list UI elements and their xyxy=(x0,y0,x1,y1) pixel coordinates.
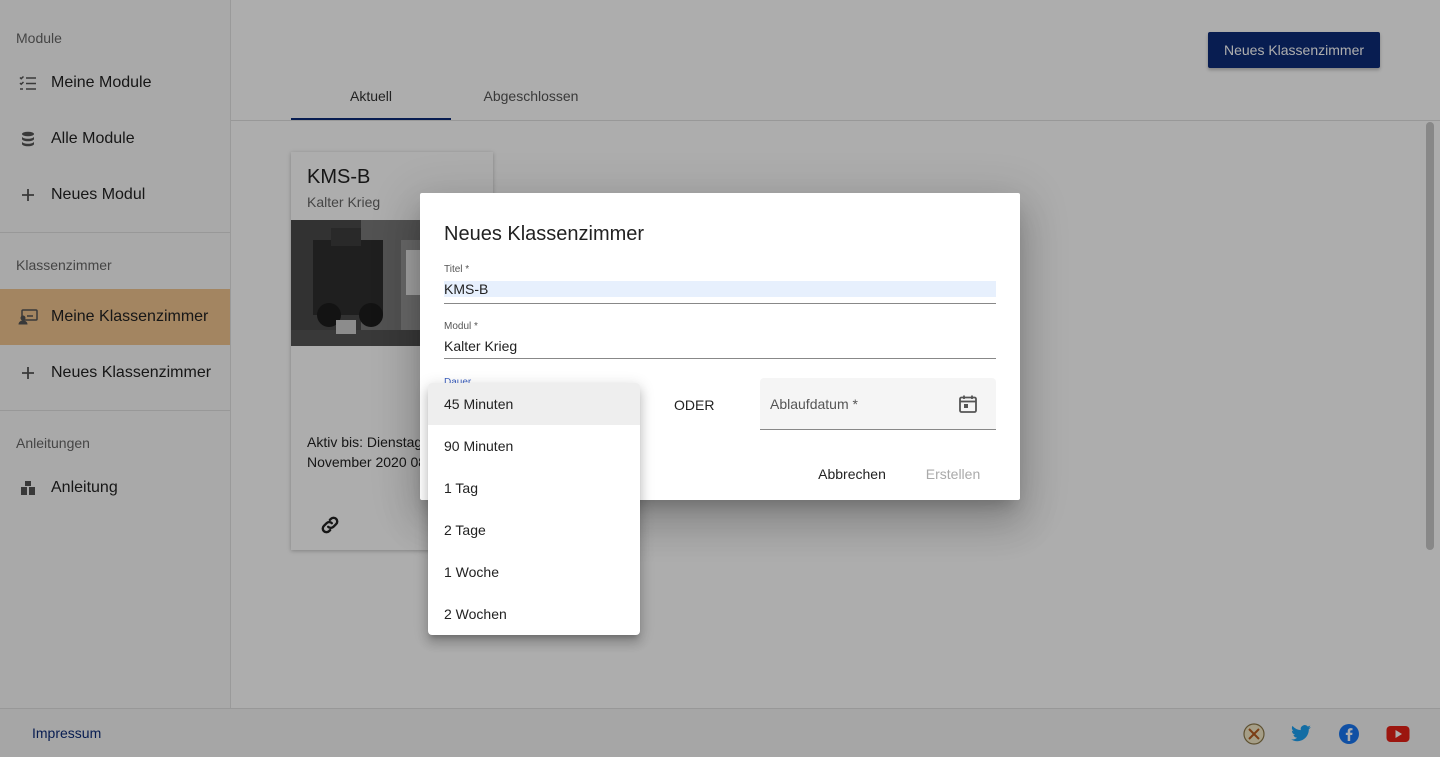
title-field-label: Titel * xyxy=(444,264,470,275)
expiry-date-field[interactable]: Ablaufdatum * xyxy=(760,378,996,430)
dauer-option[interactable]: 90 Minuten xyxy=(428,425,640,467)
dauer-dropdown-panel: 45 Minuten 90 Minuten 1 Tag 2 Tage 1 Woc… xyxy=(428,383,640,635)
expiry-date-label: Ablaufdatum * xyxy=(770,396,858,412)
calendar-icon[interactable] xyxy=(958,394,978,419)
module-select-value[interactable]: Kalter Krieg xyxy=(444,338,996,354)
module-field[interactable]: Modul * Kalter Krieg xyxy=(444,321,996,359)
dauer-option[interactable]: 2 Tage xyxy=(428,509,640,551)
title-input[interactable]: KMS-B xyxy=(444,281,996,297)
dauer-option[interactable]: 1 Tag xyxy=(428,467,640,509)
cancel-button[interactable]: Abbrechen xyxy=(808,459,896,489)
oder-label: ODER xyxy=(674,397,715,413)
dauer-option[interactable]: 1 Woche xyxy=(428,551,640,593)
create-button[interactable]: Erstellen xyxy=(912,459,994,489)
dauer-option[interactable]: 45 Minuten xyxy=(428,383,640,425)
title-field[interactable]: Titel * KMS-B xyxy=(444,264,996,304)
dialog-title: Neues Klassenzimmer xyxy=(444,223,645,245)
dauer-option[interactable]: 2 Wochen xyxy=(428,593,640,635)
module-field-label: Modul * xyxy=(444,321,478,332)
